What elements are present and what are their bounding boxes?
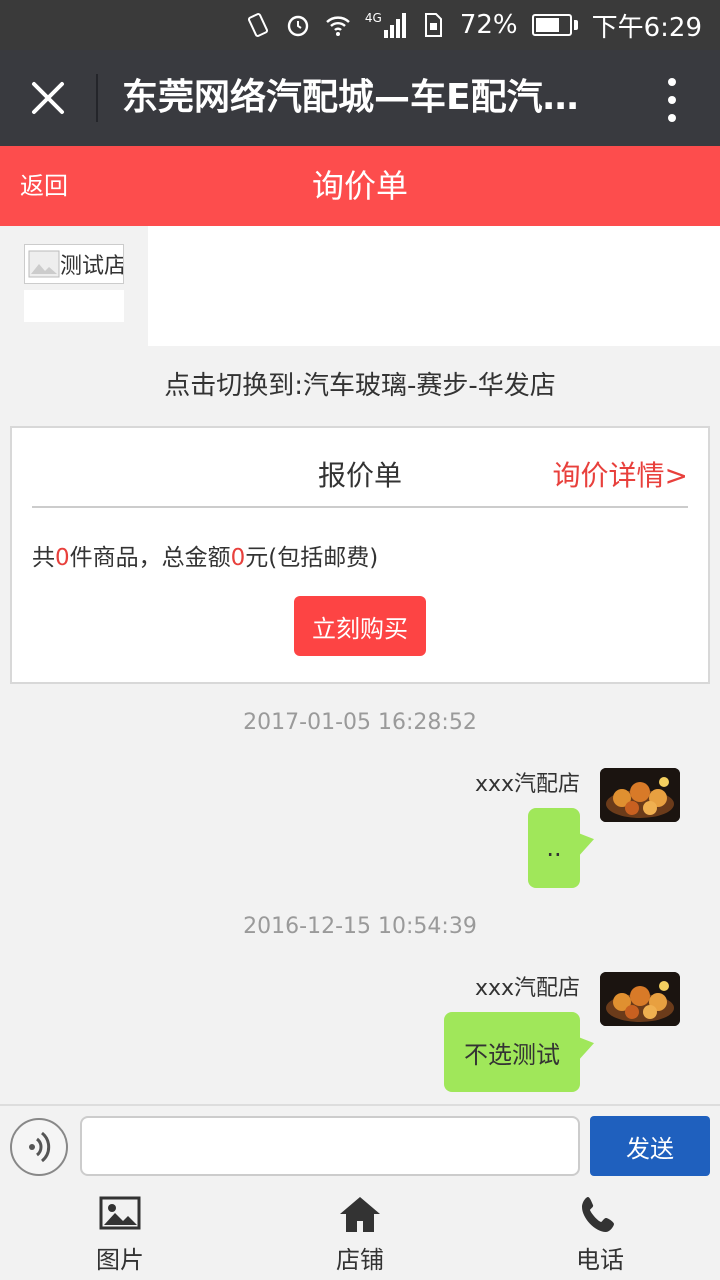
broken-image-icon bbox=[28, 250, 60, 278]
avatar[interactable] bbox=[600, 972, 680, 1026]
shop-tab-underline bbox=[24, 290, 124, 322]
shop-tab-label: 测试店 bbox=[60, 254, 124, 279]
message-input[interactable] bbox=[80, 1116, 580, 1176]
wifi-icon bbox=[326, 16, 350, 36]
tab-images-label: 图片 bbox=[96, 1246, 144, 1274]
total-amount: 0 bbox=[230, 545, 246, 571]
send-button[interactable]: 发送 bbox=[590, 1116, 710, 1176]
message-bubble: .. bbox=[528, 808, 580, 888]
voice-icon bbox=[29, 1131, 51, 1163]
tab-phone-label: 电话 bbox=[576, 1246, 624, 1274]
tab-shop[interactable]: 店铺 bbox=[280, 1194, 440, 1275]
item-count: 0 bbox=[55, 545, 70, 571]
title-divider bbox=[96, 74, 98, 122]
message-bubble: 不选测试 bbox=[444, 1012, 580, 1092]
signal-icon: 4G bbox=[365, 12, 406, 38]
tab-phone[interactable]: 电话 bbox=[520, 1194, 680, 1275]
page-title: 询价单 bbox=[311, 167, 408, 205]
webview-title-bar: 东莞网络汽配城—车E配汽配... bbox=[0, 50, 720, 146]
alarm-icon bbox=[287, 15, 309, 37]
message-timestamp: 2016-12-15 10:54:39 bbox=[243, 914, 477, 939]
tab-shop-label: 店铺 bbox=[336, 1246, 384, 1274]
switch-shop-link[interactable]: 点击切换到:汽车玻璃-赛步-华发店 bbox=[0, 364, 720, 408]
message-sender: xxx汽配店 bbox=[474, 976, 580, 1001]
voice-toggle-button[interactable] bbox=[10, 1118, 68, 1176]
shop-tab-row: 测试店 bbox=[0, 226, 720, 346]
status-bar: 4G 72% 下午6:29 bbox=[0, 0, 720, 50]
home-icon bbox=[340, 1197, 380, 1232]
avatar[interactable] bbox=[600, 768, 680, 822]
quote-summary: 共0件商品，总金额0元(包括邮费) bbox=[32, 545, 379, 571]
page-header: 返回 询价单 bbox=[0, 146, 720, 226]
close-icon[interactable] bbox=[28, 78, 68, 118]
bottom-tab-bar: 图片 店铺 电话 bbox=[0, 1186, 720, 1280]
quote-card: 报价单 询价详情> 共0件商品，总金额0元(包括邮费) 立刻购买 bbox=[10, 426, 710, 684]
image-icon bbox=[99, 1196, 141, 1230]
buy-now-button[interactable]: 立刻购买 bbox=[294, 596, 426, 656]
battery-icon bbox=[531, 14, 578, 36]
sim-icon bbox=[424, 13, 442, 37]
clock: 下午6:29 bbox=[591, 12, 702, 43]
inquiry-detail-link[interactable]: 询价详情> bbox=[553, 454, 688, 494]
message-sender: xxx汽配店 bbox=[474, 772, 580, 797]
chat-input-bar: 发送 bbox=[0, 1104, 720, 1186]
phone-icon bbox=[582, 1197, 614, 1232]
window-title: 东莞网络汽配城—车E配汽配... bbox=[122, 77, 612, 118]
quote-card-header: 报价单 询价详情> bbox=[32, 448, 688, 508]
shop-tab-pill[interactable]: 测试店 bbox=[24, 244, 124, 284]
more-icon[interactable] bbox=[664, 78, 680, 122]
battery-percent: 72% bbox=[459, 10, 518, 40]
vibrate-icon bbox=[247, 13, 268, 37]
shop-tab[interactable]: 测试店 bbox=[0, 226, 148, 346]
tab-images[interactable]: 图片 bbox=[40, 1194, 200, 1275]
message-timestamp: 2017-01-05 16:28:52 bbox=[243, 710, 477, 735]
